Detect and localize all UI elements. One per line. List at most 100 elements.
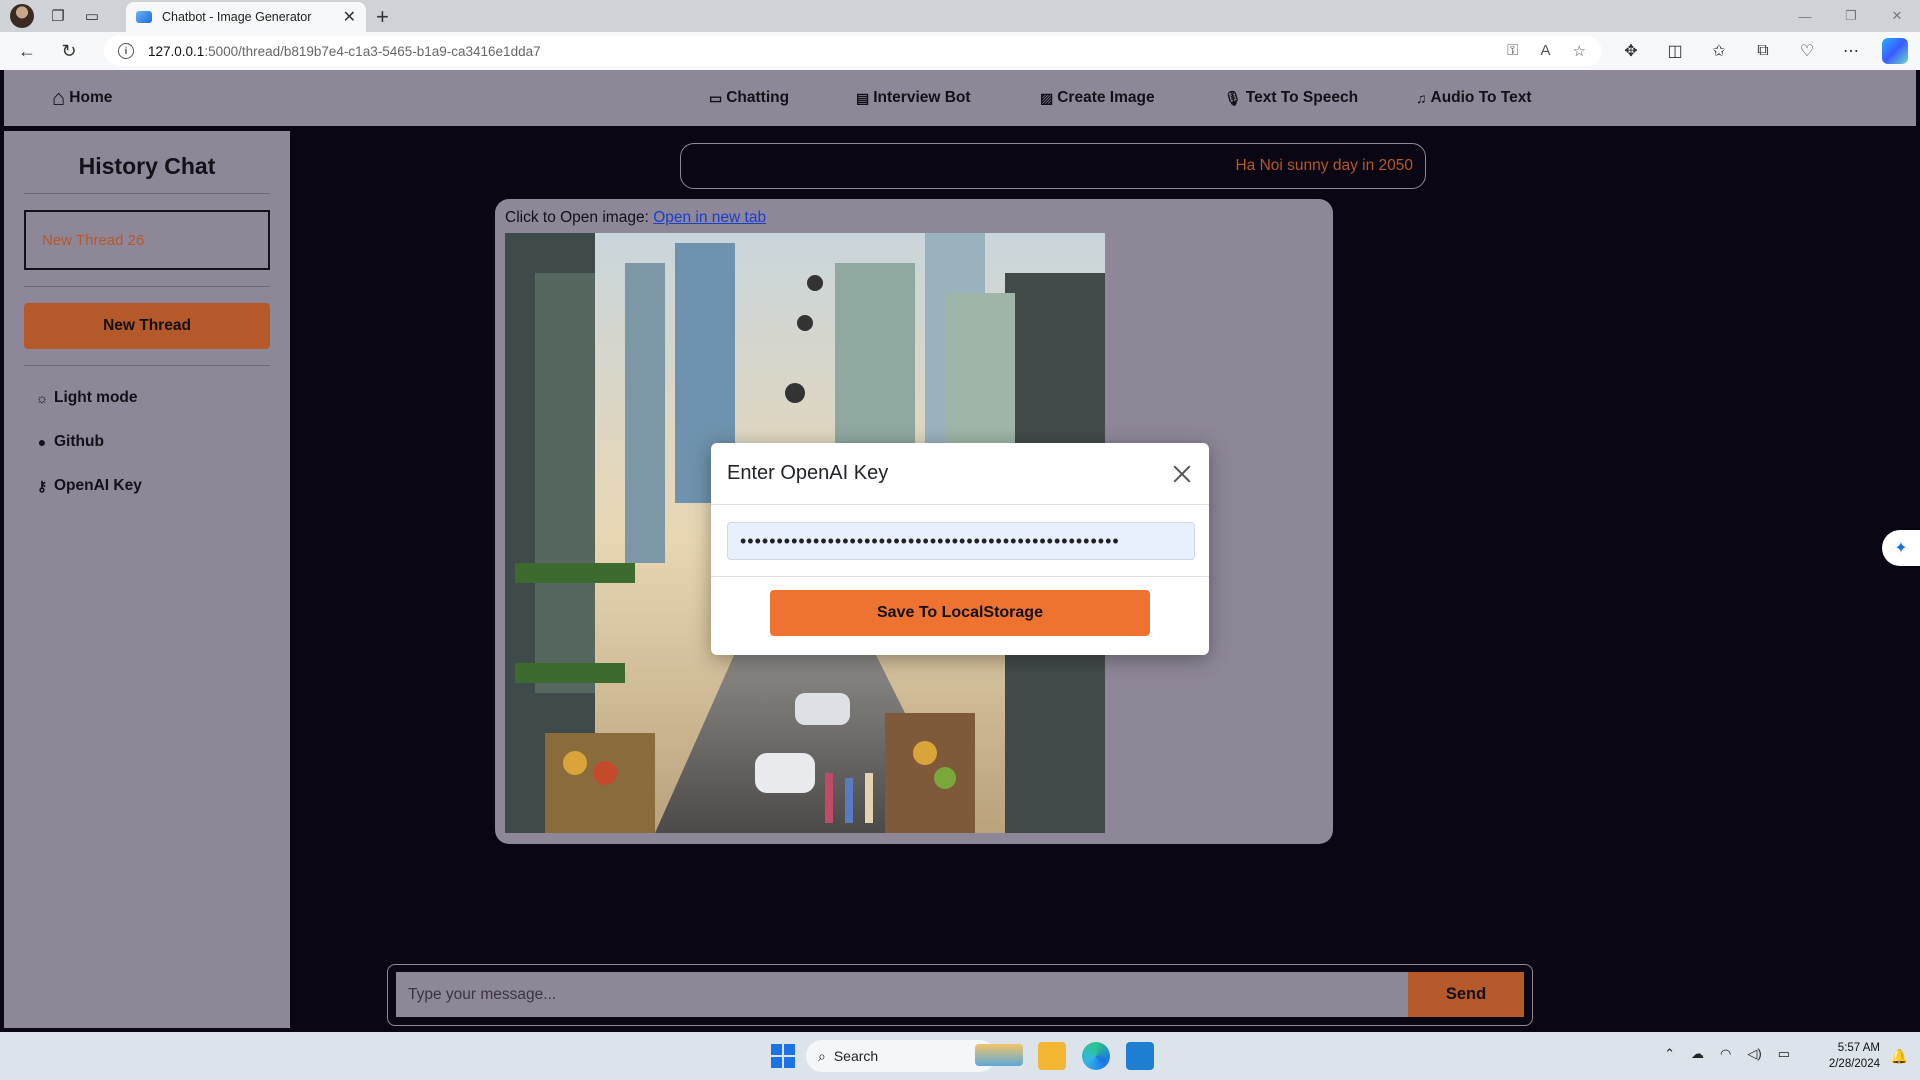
image-caption-prefix: Click to Open image:: [505, 209, 654, 226]
taskbar-clock[interactable]: 5:57 AM 2/28/2024: [1829, 1040, 1880, 1072]
github-link[interactable]: ● Github: [34, 431, 270, 453]
close-window-icon[interactable]: ✕: [1874, 0, 1920, 32]
divider: [24, 193, 270, 194]
modal-body: [711, 505, 1209, 577]
restore-icon[interactable]: ❐: [1828, 0, 1874, 32]
clock-date: 2/28/2024: [1828, 1058, 1880, 1070]
url-path: :5000/thread/b819b7e4-c1a3-5465-b1a9-ca3…: [204, 43, 541, 59]
chevron-up-icon[interactable]: ⌃: [1664, 1046, 1675, 1062]
open-image-link[interactable]: Open in new tab: [653, 209, 766, 226]
battery-icon[interactable]: ▭: [1778, 1046, 1790, 1062]
copilot-icon[interactable]: [1882, 38, 1908, 64]
refresh-icon[interactable]: ↻: [54, 36, 84, 66]
collections-icon[interactable]: ⧉: [1750, 36, 1776, 66]
address-bar[interactable]: i 127.0.0.1:5000/thread/b819b7e4-c1a3-54…: [104, 36, 1602, 66]
message-square-icon: ▤: [856, 89, 870, 106]
music-note-icon: ♫: [1416, 90, 1427, 106]
chat-bubble-icon: ▭: [709, 89, 723, 106]
password-key-icon[interactable]: ⚿: [1507, 42, 1518, 60]
close-icon[interactable]: [1171, 463, 1193, 485]
notification-bell-icon[interactable]: 🔔: [1891, 1048, 1908, 1065]
divider: [24, 286, 270, 287]
volume-icon[interactable]: ◁): [1747, 1046, 1761, 1062]
github-icon: ●: [37, 434, 47, 450]
nav-chatting[interactable]: ▭ Chatting: [709, 70, 789, 126]
favorites-icon[interactable]: ✩: [1706, 36, 1732, 66]
sun-icon: ☼: [35, 390, 49, 406]
read-aloud-icon[interactable]: A: [1541, 42, 1551, 60]
minimize-icon[interactable]: —: [1782, 0, 1828, 32]
save-to-localstorage-button[interactable]: Save To LocalStorage: [770, 590, 1150, 636]
user-message-text: Ha Noi sunny day in 2050: [1235, 157, 1413, 174]
nav-audio-to-text[interactable]: ♫ Audio To Text: [1416, 70, 1532, 126]
url-host: 127.0.0.1: [148, 43, 205, 59]
back-arrow-icon[interactable]: ←: [12, 36, 42, 66]
clock-time: 5:57 AM: [1837, 1042, 1880, 1054]
new-thread-button[interactable]: New Thread: [24, 303, 270, 349]
new-tab-icon[interactable]: +: [376, 4, 389, 30]
cloud-icon[interactable]: ☁: [1691, 1046, 1704, 1062]
top-navigation: ⌂ Home ▭ Chatting ▤ Interview Bot ▨ Crea…: [4, 70, 1916, 126]
openai-key-input[interactable]: [727, 522, 1195, 560]
tab-favicon-icon: [136, 11, 152, 23]
key-icon: ⚷: [36, 477, 48, 494]
image-icon: ▨: [1040, 89, 1054, 106]
vscode-icon[interactable]: [1126, 1042, 1154, 1070]
nav-home-label: Home: [69, 89, 113, 106]
system-tray: ⌃ ☁ ◠ ◁) ▭: [1664, 1046, 1790, 1062]
workspaces-icon[interactable]: ❐: [48, 6, 68, 26]
file-explorer-icon[interactable]: [1038, 1042, 1066, 1070]
edge-browser-icon[interactable]: [1082, 1042, 1110, 1070]
nav-text-to-speech[interactable]: 🎙 Text To Speech: [1224, 70, 1358, 126]
nav-home[interactable]: ⌂ Home: [52, 70, 112, 126]
nav-chatting-label: Chatting: [726, 89, 790, 106]
message-input[interactable]: [396, 972, 1408, 1017]
user-message: Ha Noi sunny day in 2050: [680, 143, 1426, 189]
send-button[interactable]: Send: [1408, 972, 1524, 1017]
openai-key-link[interactable]: ⚷ OpenAI Key: [34, 475, 270, 497]
wifi-icon[interactable]: ◠: [1720, 1046, 1731, 1062]
image-caption: Click to Open image: Open in new tab: [505, 209, 1323, 227]
divider: [24, 365, 270, 366]
tab-title: Chatbot - Image Generator: [162, 10, 312, 24]
favorite-star-icon[interactable]: ☆: [1573, 42, 1586, 60]
thread-item[interactable]: New Thread 26: [24, 210, 270, 270]
split-screen-icon[interactable]: ◫: [1662, 36, 1688, 66]
nav-text-to-speech-label: Text To Speech: [1245, 89, 1359, 106]
site-info-icon[interactable]: i: [118, 43, 134, 59]
browser-tab[interactable]: Chatbot - Image Generator ✕: [126, 2, 366, 32]
extensions-icon[interactable]: ✥: [1618, 36, 1644, 66]
search-highlight-image: [975, 1044, 1023, 1066]
nav-create-image[interactable]: ▨ Create Image: [1040, 70, 1155, 126]
tab-close-icon[interactable]: ✕: [343, 7, 356, 27]
nav-create-image-label: Create Image: [1057, 89, 1155, 106]
windows-taskbar: ⌕ Search ⌃ ☁ ◠ ◁) ▭ 5:57 AM 2/28/2024 🔔: [0, 1032, 1920, 1080]
tab-actions-icon[interactable]: ▭: [82, 6, 102, 26]
modal-header: Enter OpenAI Key: [711, 443, 1209, 505]
light-mode-label: Light mode: [54, 389, 138, 406]
browser-toolbar: ← ↻ i 127.0.0.1:5000/thread/b819b7e4-c1a…: [0, 32, 1920, 70]
more-menu-icon[interactable]: ⋯: [1838, 36, 1864, 66]
home-icon: ⌂: [52, 85, 66, 110]
openai-key-modal: Enter OpenAI Key Save To LocalStorage: [711, 443, 1209, 655]
browser-tabstrip: ❐ ▭ Chatbot - Image Generator ✕ + — ❐ ✕: [0, 0, 1920, 32]
search-icon: ⌕: [818, 1047, 826, 1064]
nav-audio-to-text-label: Audio To Text: [1430, 89, 1532, 106]
microphone-icon: 🎙: [1224, 89, 1242, 106]
modal-footer: Save To LocalStorage: [711, 577, 1209, 636]
github-label: Github: [54, 433, 104, 450]
windows-start-icon[interactable]: [771, 1044, 795, 1068]
sidebar: History Chat New Thread 26 New Thread ☼ …: [4, 131, 290, 1028]
taskbar-search[interactable]: ⌕ Search: [806, 1040, 996, 1072]
taskbar-search-label: Search: [833, 1048, 879, 1064]
browser-essentials-icon[interactable]: ♡: [1794, 36, 1820, 66]
nav-interview-bot-label: Interview Bot: [873, 89, 971, 106]
profile-avatar[interactable]: [10, 4, 34, 28]
openai-key-label: OpenAI Key: [54, 477, 142, 494]
nav-interview-bot[interactable]: ▤ Interview Bot: [856, 70, 971, 126]
light-mode-link[interactable]: ☼ Light mode: [34, 387, 270, 409]
chat-input-bar: Send: [387, 964, 1533, 1026]
copilot-sidebar-toggle-icon[interactable]: ✦: [1882, 530, 1920, 566]
modal-title: Enter OpenAI Key: [727, 462, 889, 484]
sidebar-title: History Chat: [78, 153, 216, 179]
